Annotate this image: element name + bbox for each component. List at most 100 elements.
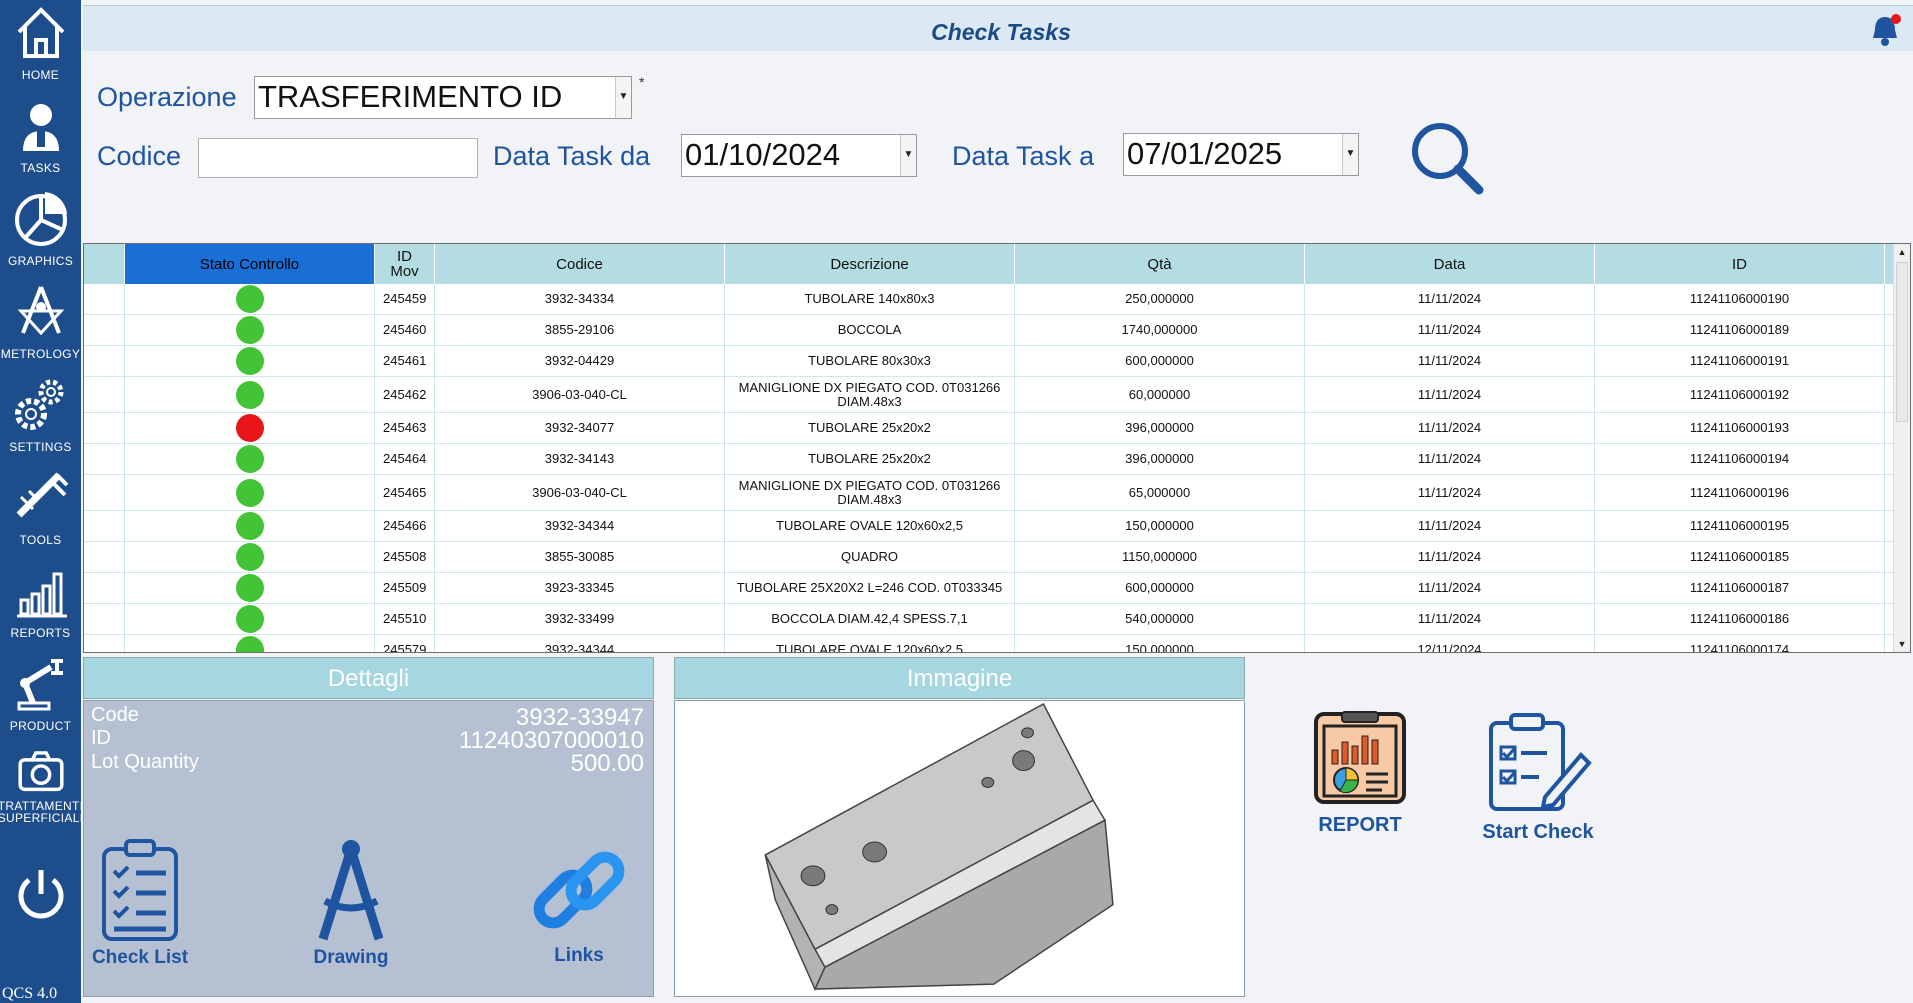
status-cell: [125, 475, 375, 510]
detail-lot-label: Lot Quantity: [91, 751, 199, 773]
operazione-select[interactable]: TRASFERIMENTO ID ▼: [254, 76, 632, 119]
data-da-picker[interactable]: 01/10/2024 ▼: [681, 134, 917, 177]
sidebar-item-label: HOME: [21, 68, 60, 82]
row-selector[interactable]: [84, 284, 125, 314]
worker-icon: [22, 104, 59, 151]
column-header-codice[interactable]: Codice: [435, 244, 725, 284]
table-row[interactable]: 245579 3932-34344 TUBOLARE OVALE 120x60x2,…: [84, 635, 1894, 652]
data-da-label: Data Task da: [493, 141, 651, 171]
grid-scrollbar[interactable]: ▲ ▼: [1893, 244, 1910, 652]
sidebar-item-tasks[interactable]: TASKS: [0, 93, 81, 185]
scroll-up-icon[interactable]: ▲: [1894, 244, 1910, 260]
column-header-data[interactable]: Data: [1305, 244, 1595, 284]
status-indicator-icon: [235, 445, 264, 473]
cell-data: 11/11/2024: [1305, 542, 1595, 572]
cell-qta: 396,000000: [1015, 413, 1305, 443]
row-selector[interactable]: [84, 635, 125, 652]
row-selector[interactable]: [84, 315, 125, 345]
status-indicator-icon: [235, 285, 264, 313]
column-header-id[interactable]: ID: [1595, 244, 1885, 284]
details-panel: Code 3932-33947 ID 11240307000010 Lot Qu…: [83, 700, 654, 997]
table-row[interactable]: 245463 3932-34077 TUBOLARE 25x20x2 396,0000…: [84, 413, 1894, 444]
cell-qta: 600,000000: [1015, 573, 1305, 603]
table-row[interactable]: 245461 3932-04429 TUBOLARE 80x30x3 600,0000…: [84, 346, 1894, 377]
cell-id-mov: 245510: [375, 604, 435, 634]
sidebar-item-product[interactable]: PRODUCT: [0, 651, 81, 743]
cell-id-mov: 245509: [375, 573, 435, 603]
status-indicator-icon: [235, 316, 264, 344]
links-button[interactable]: Links: [529, 841, 629, 967]
drawing-label: Drawing: [313, 947, 389, 968]
cell-data: 11/11/2024: [1305, 444, 1595, 474]
row-selector[interactable]: [84, 346, 125, 376]
cell-data: 11/11/2024: [1305, 511, 1595, 541]
home-icon: [17, 7, 64, 58]
row-selector[interactable]: [84, 573, 125, 603]
column-header-stato[interactable]: Stato Controllo: [125, 244, 375, 284]
row-selector[interactable]: [84, 604, 125, 634]
row-selector[interactable]: [84, 511, 125, 541]
cell-id-mov: 245461: [375, 346, 435, 376]
scroll-down-icon[interactable]: ▼: [1894, 636, 1910, 652]
title-bar: Check Tasks: [83, 5, 1913, 51]
cell-data: 11/11/2024: [1305, 284, 1595, 314]
caliper-icon: [16, 472, 68, 518]
status-cell: [125, 315, 375, 345]
sidebar-item-reports[interactable]: REPORTS: [0, 558, 81, 650]
cell-codice: 3932-34334: [435, 284, 725, 314]
table-row[interactable]: 245464 3932-34143 TUBOLARE 25x20x2 396,0000…: [84, 444, 1894, 475]
tasks-grid[interactable]: Stato Controllo ID Mov Codice Descrizion…: [83, 243, 1911, 653]
column-header-id-mov[interactable]: ID Mov: [375, 244, 435, 284]
cell-codice: 3932-34143: [435, 444, 725, 474]
column-header-qta[interactable]: Qtà: [1015, 244, 1305, 284]
data-da-value: 01/10/2024: [685, 137, 841, 172]
chevron-down-icon[interactable]: ▼: [900, 135, 916, 176]
table-row[interactable]: 245465 3906-03-040-CL MANIGLIONE DX PIEGAT…: [84, 475, 1894, 511]
cell-qta: 600,000000: [1015, 346, 1305, 376]
report-clipboard-icon: [1314, 711, 1406, 804]
codice-input[interactable]: [198, 138, 478, 178]
scroll-thumb[interactable]: [1896, 262, 1908, 422]
report-button[interactable]: REPORT: [1300, 710, 1420, 837]
table-row[interactable]: 245459 3932-34334 TUBOLARE 140x80x3 250,000…: [84, 284, 1894, 315]
checklist-label: Check List: [91, 947, 189, 968]
cell-id-mov: 245508: [375, 542, 435, 572]
table-row[interactable]: 245509 3923-33345 TUBOLARE 25X20X2 L=246 C…: [84, 573, 1894, 604]
row-selector[interactable]: [84, 413, 125, 443]
notification-bell-icon[interactable]: [1867, 12, 1903, 48]
column-header-descrizione[interactable]: Descrizione: [725, 244, 1015, 284]
drawing-button[interactable]: Drawing: [301, 835, 401, 969]
cell-qta: 250,000000: [1015, 284, 1305, 314]
table-row[interactable]: 245466 3932-34344 TUBOLARE OVALE 120x60x2,…: [84, 511, 1894, 542]
data-a-picker[interactable]: 07/01/2025 ▼: [1123, 133, 1359, 176]
search-icon[interactable]: [1407, 118, 1487, 198]
sidebar-item-trattamenti-superficiali[interactable]: TRATTAMENTI SUPERFICIALI: [0, 744, 83, 836]
cell-codice: 3932-34344: [435, 511, 725, 541]
cell-descrizione: MANIGLIONE DX PIEGATO COD. 0T031266 DIAM…: [725, 475, 1015, 510]
chevron-down-icon[interactable]: ▼: [615, 77, 631, 118]
table-row[interactable]: 245508 3855-30085 QUADRO 1150,000000 11/11/2…: [84, 542, 1894, 573]
chevron-down-icon[interactable]: ▼: [1342, 134, 1358, 175]
table-row[interactable]: 245510 3932-33499 BOCCOLA DIAM.42,4 SPESS.…: [84, 604, 1894, 635]
row-selector[interactable]: [84, 475, 125, 510]
table-row[interactable]: 245460 3855-29106 BOCCOLA 1740,000000 11/11/…: [84, 315, 1894, 346]
pie-chart-icon: [14, 192, 67, 246]
table-row[interactable]: 245462 3906-03-040-CL MANIGLIONE DX PIEGAT…: [84, 377, 1894, 413]
sidebar-item-power[interactable]: [0, 862, 81, 954]
row-selector[interactable]: [84, 444, 125, 474]
checklist-button[interactable]: Check List: [90, 839, 190, 969]
operazione-label: Operazione: [97, 82, 237, 112]
cell-descrizione: BOCCOLA: [725, 315, 1015, 345]
status-cell: [125, 511, 375, 541]
chain-link-icon: [533, 851, 625, 929]
row-selector[interactable]: [84, 542, 125, 572]
sidebar-item-label: SETTINGS: [9, 440, 72, 454]
sidebar-item-graphics[interactable]: GRAPHICS: [0, 186, 81, 278]
sidebar-item-settings[interactable]: SETTINGS: [0, 372, 81, 464]
start-check-button[interactable]: Start Check: [1478, 713, 1598, 844]
cell-descrizione: MANIGLIONE DX PIEGATO COD. 0T031266 DIAM…: [725, 377, 1015, 412]
sidebar-item-tools[interactable]: TOOLS: [0, 465, 81, 557]
row-selector[interactable]: [84, 377, 125, 412]
sidebar-item-home[interactable]: HOME: [0, 0, 81, 92]
sidebar-item-metrology[interactable]: METROLOGY: [0, 279, 81, 371]
